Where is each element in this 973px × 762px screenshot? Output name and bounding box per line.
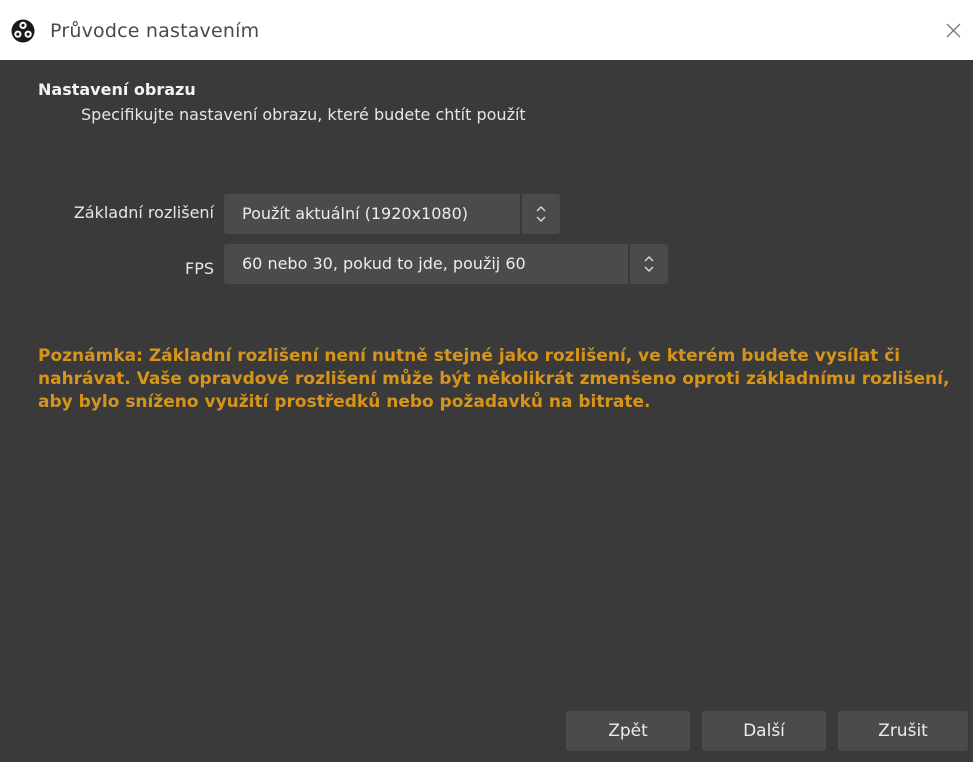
dropdown-divider <box>520 194 522 234</box>
resolution-note: Poznámka: Základní rozlišení není nutně … <box>38 346 950 412</box>
next-button[interactable]: Další <box>702 711 826 751</box>
window-title: Průvodce nastavením <box>50 20 260 42</box>
base-resolution-dropdown[interactable]: Použít aktuální (1920x1080) <box>224 194 560 234</box>
close-icon[interactable] <box>933 14 973 48</box>
fps-value: 60 nebo 30, pokud to jde, použij 60 <box>242 254 526 273</box>
cancel-button[interactable]: Zrušit <box>838 711 968 751</box>
base-resolution-label: Základní rozlišení <box>73 203 214 222</box>
page-title: Nastavení obrazu <box>38 80 196 99</box>
up-down-chevron-icon <box>536 206 546 222</box>
close-button[interactable] <box>933 14 973 48</box>
up-down-chevron-icon <box>644 256 654 272</box>
page-subtitle: Specifikujte nastavení obrazu, které bud… <box>81 105 526 124</box>
obs-logo-icon <box>11 19 35 43</box>
fps-label: FPS <box>184 259 214 278</box>
wizard-content: Nastavení obrazu Specifikujte nastavení … <box>0 60 973 762</box>
fps-dropdown[interactable]: 60 nebo 30, pokud to jde, použij 60 <box>224 244 668 284</box>
title-bar: Průvodce nastavením <box>0 0 973 60</box>
back-button[interactable]: Zpět <box>566 711 690 751</box>
dropdown-divider <box>628 244 630 284</box>
base-resolution-value: Použít aktuální (1920x1080) <box>242 204 469 223</box>
